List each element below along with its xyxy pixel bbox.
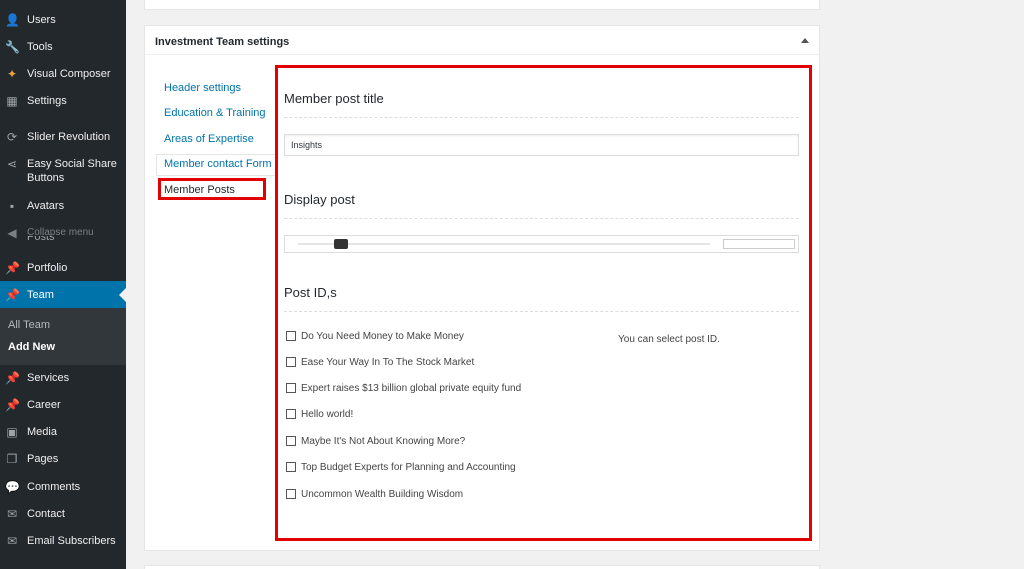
wrench-icon: 🔧	[5, 40, 20, 54]
menu-label: Avatars	[27, 200, 65, 212]
media-icon: ▣	[6, 425, 18, 439]
tab-areas-of-expertise[interactable]: Areas of Expertise	[164, 132, 254, 146]
menu-label: Comments	[27, 481, 81, 493]
menu-label: Visual Composer	[27, 68, 111, 80]
menu-settings[interactable]: ▦ Settings	[0, 94, 126, 108]
mail-icon: ✉	[6, 507, 18, 521]
menu-team[interactable]: 📌 Team	[0, 281, 126, 309]
tab-member-contact-form[interactable]: Member contact Form	[164, 157, 272, 171]
menu-tools[interactable]: 🔧 Tools	[0, 40, 126, 54]
postbox-title: Investment Team settings	[155, 36, 290, 48]
previous-postbox	[144, 0, 820, 10]
comment-icon: 💬	[5, 480, 20, 494]
menu-users[interactable]: 👤 Users	[0, 13, 126, 27]
menu-posts[interactable]: Posts	[0, 236, 126, 244]
menu-label: Pages	[27, 453, 59, 465]
menu-label: Easy Social Share Buttons	[27, 158, 117, 184]
menu-label: Settings	[27, 95, 67, 107]
submenu-all-team[interactable]: All Team	[8, 319, 50, 331]
users-icon: 👤	[5, 13, 20, 27]
menu-avatars[interactable]: ▪ Avatars	[0, 199, 126, 213]
menu-label: Contact	[27, 508, 65, 520]
highlight-box-content	[275, 65, 812, 541]
next-postbox	[144, 565, 820, 569]
menu-label: Team	[27, 289, 54, 301]
avatar-icon: ▪	[9, 199, 15, 213]
pin-icon: 📌	[5, 398, 20, 412]
refresh-icon: ⟳	[6, 130, 18, 144]
menu-label: Email Subscribers	[27, 535, 116, 547]
menu-visual-composer[interactable]: ✦ Visual Composer	[0, 67, 126, 81]
menu-label: Users	[27, 14, 56, 26]
highlight-box-tab	[158, 178, 266, 200]
menu-label: Portfolio	[27, 262, 68, 274]
submenu-add-new[interactable]: Add New	[8, 341, 55, 353]
pin-icon: 📌	[5, 288, 20, 302]
menu-slider-revolution[interactable]: ⟳ Slider Revolution	[0, 130, 126, 144]
menu-email-subscribers[interactable]: ✉ Email Subscribers	[0, 534, 126, 548]
collapse-toggle-icon[interactable]	[801, 38, 809, 43]
menu-comments[interactable]: 💬 Comments	[0, 480, 126, 494]
menu-label: Slider Revolution	[27, 131, 111, 143]
tab-header-settings[interactable]: Header settings	[164, 81, 241, 95]
visual-composer-icon: ✦	[6, 67, 18, 81]
team-submenu: All Team Add New	[0, 308, 126, 365]
settings-icon: ▦	[6, 94, 18, 108]
menu-label: Media	[27, 426, 57, 438]
menu-career[interactable]: 📌 Career	[0, 398, 126, 412]
menu-label: Services	[27, 372, 70, 384]
pin-icon: 📌	[5, 261, 20, 275]
mail-icon: ✉	[6, 534, 18, 548]
menu-label: Posts	[27, 236, 55, 243]
menu-media[interactable]: ▣ Media	[0, 425, 126, 439]
pages-icon: ❐	[6, 452, 18, 466]
menu-easy-social-share[interactable]: ⋖ Easy Social Share Buttons	[0, 157, 126, 185]
divider	[145, 54, 819, 55]
menu-services[interactable]: 📌 Services	[0, 371, 126, 385]
pin-icon: 📌	[5, 371, 20, 385]
menu-portfolio[interactable]: 📌 Portfolio	[0, 261, 126, 275]
active-indicator	[119, 288, 126, 302]
menu-label: Tools	[27, 41, 53, 53]
tab-education-training[interactable]: Education & Training	[164, 106, 266, 120]
menu-label: Career	[27, 399, 61, 411]
share-icon: ⋖	[6, 157, 18, 171]
admin-sidebar: 👤 Users 🔧 Tools ✦ Visual Composer ▦ Sett…	[0, 0, 126, 569]
menu-pages[interactable]: ❐ Pages	[0, 452, 126, 466]
menu-contact[interactable]: ✉ Contact	[0, 507, 126, 521]
